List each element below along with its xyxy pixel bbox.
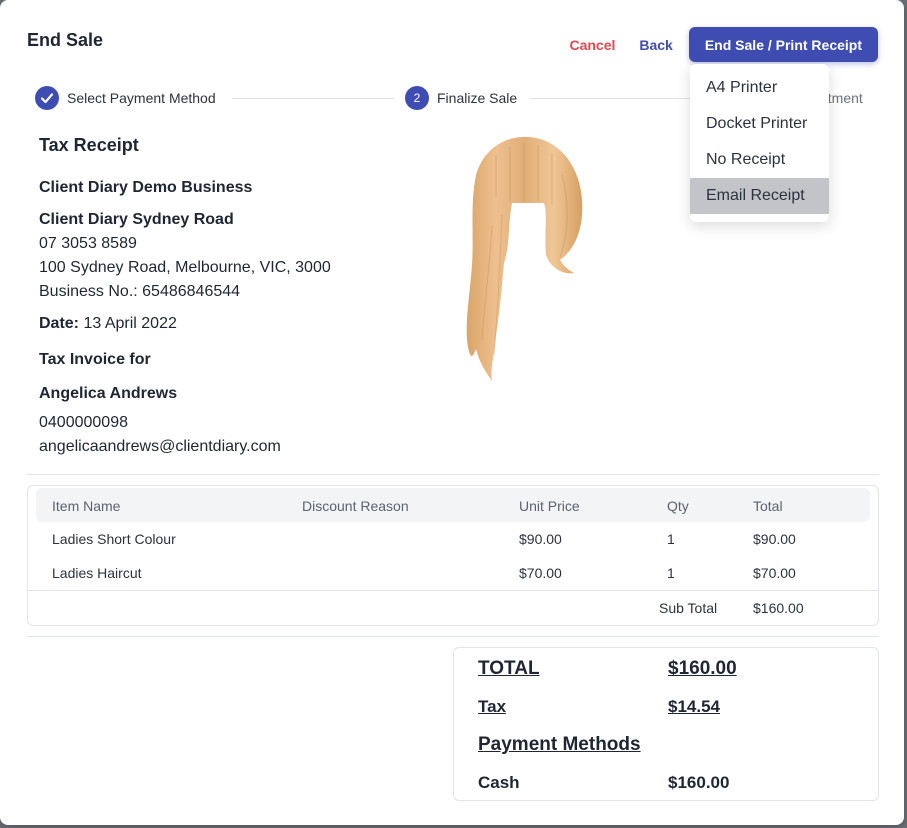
menu-item-no-receipt[interactable]: No Receipt — [690, 142, 829, 178]
total-label: TOTAL — [478, 658, 540, 679]
client-email: angelicaandrews@clientdiary.com — [39, 438, 281, 455]
total-value: $160.00 — [668, 658, 737, 679]
row-2-total: $70.00 — [753, 565, 796, 581]
business-logo-hair-icon — [462, 135, 588, 383]
tax-label: Tax — [478, 697, 507, 716]
menu-item-docket-printer[interactable]: Docket Printer — [690, 106, 829, 142]
tax-value: $14.54 — [668, 697, 720, 716]
subtotal-label: Sub Total — [659, 600, 718, 616]
payment-methods-label: Payment Methods — [478, 734, 641, 755]
section-divider — [27, 474, 879, 475]
row-2-qty: 1 — [667, 565, 675, 581]
row-1-unit-price: $90.00 — [519, 531, 562, 547]
table-header: Item Name Discount Reason Unit Price Qty… — [36, 488, 870, 522]
end-sale-print-receipt-button[interactable]: End Sale / Print Receipt — [688, 27, 878, 62]
payment-method-cash: Cash — [478, 773, 520, 792]
step-select-payment-method[interactable]: Select Payment Method — [35, 86, 216, 110]
date-label: Date: — [39, 315, 80, 332]
subtotal-divider — [28, 590, 878, 591]
step-label: Select Payment Method — [67, 90, 216, 106]
location-name: Client Diary Sydney Road — [39, 211, 234, 228]
totals-summary: TOTAL $160.00 Tax $14.54 Payment Methods… — [453, 647, 879, 801]
business-number: Business No.: 65486846544 — [39, 283, 241, 300]
step-label: Finalize Sale — [437, 90, 518, 106]
header-unit-price: Unit Price — [519, 498, 580, 514]
step-finalize-sale[interactable]: 2 Finalize Sale — [405, 86, 517, 110]
row-2-unit-price: $70.00 — [519, 565, 562, 581]
back-button[interactable]: Back — [627, 37, 684, 53]
date-value: 13 April 2022 — [83, 315, 177, 332]
invoice-for-label: Tax Invoice for — [39, 351, 151, 368]
header-qty: Qty — [667, 498, 689, 514]
payment-amount-cash: $160.00 — [668, 773, 730, 792]
step-connector — [530, 98, 690, 99]
receipt-heading: Tax Receipt — [39, 135, 139, 155]
row-1-qty: 1 — [667, 531, 675, 547]
subtotal-value: $160.00 — [753, 600, 804, 616]
client-phone: 0400000098 — [39, 414, 128, 431]
cancel-button[interactable]: Cancel — [557, 37, 627, 53]
row-2-item-name: Ladies Haircut — [52, 565, 142, 581]
receipt-date: Date: 13 April 2022 — [39, 312, 439, 336]
end-sale-modal: End Sale Cancel Back End Sale / Print Re… — [0, 0, 904, 825]
check-icon — [35, 86, 59, 110]
client-name: Angelica Andrews — [39, 385, 178, 402]
menu-item-a4-printer[interactable]: A4 Printer — [690, 70, 829, 106]
print-options-menu: A4 Printer Docket Printer No Receipt Ema… — [690, 64, 829, 222]
section-divider — [27, 636, 879, 637]
row-1-total: $90.00 — [753, 531, 796, 547]
business-name: Client Diary Demo Business — [39, 179, 253, 196]
tax-receipt: Tax Receipt Client Diary Demo Business C… — [39, 135, 439, 459]
header-item-name: Item Name — [52, 498, 121, 514]
step-connector — [232, 98, 394, 99]
row-1-item-name: Ladies Short Colour — [52, 531, 176, 547]
step-number: 2 — [405, 86, 429, 110]
header-total: Total — [753, 498, 783, 514]
items-table: Item Name Discount Reason Unit Price Qty… — [27, 485, 879, 626]
business-phone: 07 3053 8589 — [39, 235, 137, 252]
menu-item-email-receipt[interactable]: Email Receipt — [690, 178, 829, 214]
header-discount-reason: Discount Reason — [302, 498, 409, 514]
modal-title: End Sale — [27, 30, 104, 50]
business-address: 100 Sydney Road, Melbourne, VIC, 3000 — [39, 259, 331, 276]
header-actions: Cancel Back End Sale / Print Receipt — [557, 27, 878, 62]
